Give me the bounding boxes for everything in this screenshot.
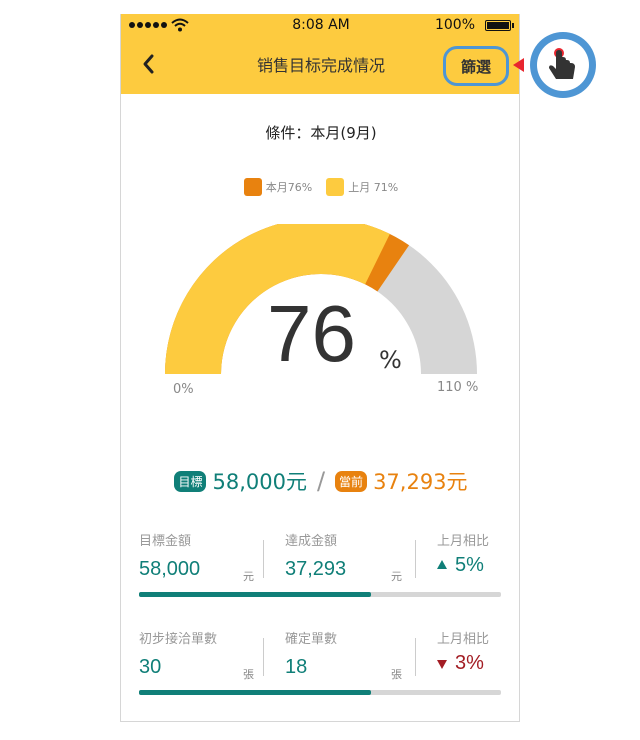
target-value: 58,000元 xyxy=(212,470,307,494)
phone-screen: 8:08 AM 100% 销售目标完成情况 篩選 條件：本月(9月) 本月76%… xyxy=(120,14,520,722)
battery-percent: 100% xyxy=(434,17,475,33)
divider xyxy=(263,540,264,578)
legend-swatch-current xyxy=(243,178,262,196)
summary-separator: / xyxy=(316,467,326,495)
app-header: 8:08 AM 100% 销售目标完成情况 篩選 xyxy=(121,14,519,94)
compare-label: 上月相比 xyxy=(437,632,490,647)
target-amount-label: 目標金額 xyxy=(139,534,192,549)
amount-progress-bar xyxy=(139,592,501,597)
legend-swatch-last xyxy=(326,178,345,196)
compare-value: 5% xyxy=(455,554,484,576)
target-amount-unit: 元 xyxy=(243,570,254,583)
gauge-min-label: 0% xyxy=(173,382,194,397)
arrow-up-icon xyxy=(437,560,447,569)
legend-label-last: 上月 71% xyxy=(348,181,399,194)
confirmed-orders-value: 18 xyxy=(285,656,308,678)
gauge-max-label: 110 % xyxy=(437,380,479,395)
confirmed-orders-unit: 張 xyxy=(391,668,402,681)
achieved-amount-unit: 元 xyxy=(391,570,402,583)
tap-hint-badge xyxy=(530,32,596,98)
achieved-amount-label: 達成金額 xyxy=(285,534,338,549)
battery-icon xyxy=(485,20,514,31)
initial-orders-unit: 張 xyxy=(243,668,254,681)
amount-stats-row: 目標金額 58,000 元 達成金額 37,293 元 上月相比 5% xyxy=(139,530,501,610)
divider xyxy=(415,638,416,676)
legend-label-current: 本月76% xyxy=(265,181,313,194)
order-progress-fill xyxy=(139,690,371,695)
target-amount-value: 58,000 xyxy=(139,558,201,580)
chart-legend: 本月76% 上月 71% xyxy=(121,178,519,196)
legend-item-last: 上月 71% xyxy=(326,178,398,196)
initial-orders-value: 30 xyxy=(139,656,162,678)
compare-value: 3% xyxy=(455,652,484,674)
initial-orders-label: 初步接洽單數 xyxy=(139,632,218,647)
current-value: 37,293元 xyxy=(373,470,468,494)
status-bar: 8:08 AM 100% xyxy=(121,14,519,38)
divider xyxy=(415,540,416,578)
compare-label: 上月相比 xyxy=(437,534,490,549)
callout-pointer-icon xyxy=(513,58,524,72)
legend-item-current: 本月76% xyxy=(243,178,313,196)
target-summary: 目標 58,000元 / 當前 37,293元 xyxy=(121,466,519,496)
order-stats-row: 初步接洽單數 30 張 確定單數 18 張 上月相比 3% xyxy=(139,628,501,708)
amount-progress-fill xyxy=(139,592,371,597)
achieved-amount-value: 37,293 xyxy=(285,558,347,580)
current-tag: 當前 xyxy=(335,470,368,492)
arrow-down-icon xyxy=(437,660,447,669)
confirmed-orders-label: 確定單數 xyxy=(285,632,338,647)
tap-hint-inner xyxy=(537,39,589,91)
hand-pointer-icon xyxy=(549,48,575,79)
filter-button[interactable]: 篩選 xyxy=(443,46,509,86)
gauge-value: 76 xyxy=(267,289,356,378)
order-progress-bar xyxy=(139,690,501,695)
target-tag: 目標 xyxy=(174,470,207,492)
divider xyxy=(263,638,264,676)
gauge-percent-sign: % xyxy=(379,346,402,374)
filter-condition: 條件：本月(9月) xyxy=(265,124,377,142)
